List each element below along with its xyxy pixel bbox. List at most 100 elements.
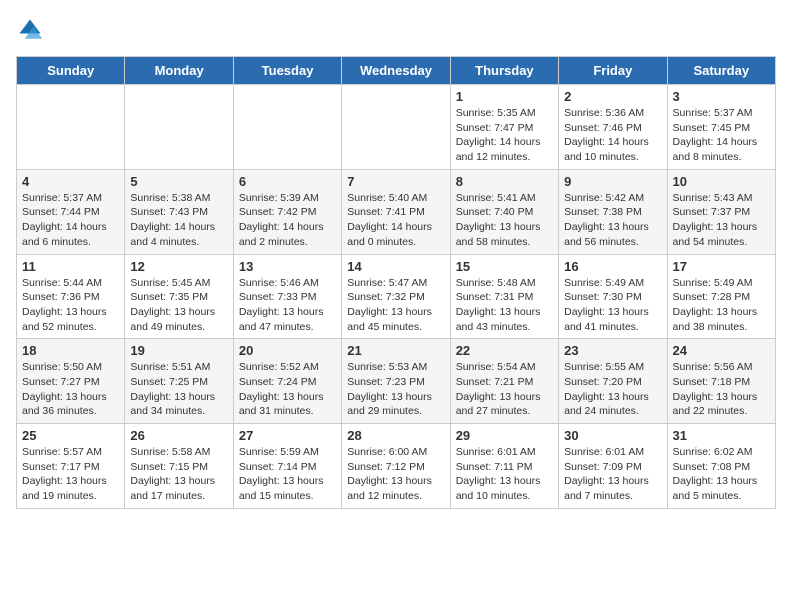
- day-number: 30: [564, 428, 661, 443]
- day-number: 17: [673, 259, 770, 274]
- calendar-table: SundayMondayTuesdayWednesdayThursdayFrid…: [16, 56, 776, 509]
- day-number: 20: [239, 343, 336, 358]
- weekday-header: Thursday: [450, 57, 558, 85]
- day-info: Sunrise: 5:49 AM Sunset: 7:28 PM Dayligh…: [673, 276, 770, 335]
- weekday-header: Saturday: [667, 57, 775, 85]
- day-info: Sunrise: 6:01 AM Sunset: 7:11 PM Dayligh…: [456, 445, 553, 504]
- calendar-cell: [125, 85, 233, 170]
- day-number: 11: [22, 259, 119, 274]
- day-info: Sunrise: 5:40 AM Sunset: 7:41 PM Dayligh…: [347, 191, 444, 250]
- day-info: Sunrise: 6:02 AM Sunset: 7:08 PM Dayligh…: [673, 445, 770, 504]
- day-info: Sunrise: 5:58 AM Sunset: 7:15 PM Dayligh…: [130, 445, 227, 504]
- calendar-cell: 14 Sunrise: 5:47 AM Sunset: 7:32 PM Dayli…: [342, 254, 450, 339]
- weekday-header: Friday: [559, 57, 667, 85]
- day-info: Sunrise: 5:44 AM Sunset: 7:36 PM Dayligh…: [22, 276, 119, 335]
- logo: [16, 16, 48, 44]
- day-info: Sunrise: 5:50 AM Sunset: 7:27 PM Dayligh…: [22, 360, 119, 419]
- logo-icon: [16, 16, 44, 44]
- calendar-cell: 9Sunrise: 5:42 AM Sunset: 7:38 PM Daylig…: [559, 169, 667, 254]
- calendar-header: SundayMondayTuesdayWednesdayThursdayFrid…: [17, 57, 776, 85]
- calendar-cell: 21 Sunrise: 5:53 AM Sunset: 7:23 PM Dayli…: [342, 339, 450, 424]
- calendar-cell: 6Sunrise: 5:39 AM Sunset: 7:42 PM Daylig…: [233, 169, 341, 254]
- day-info: Sunrise: 5:55 AM Sunset: 7:20 PM Dayligh…: [564, 360, 661, 419]
- calendar-cell: 22 Sunrise: 5:54 AM Sunset: 7:21 PM Dayli…: [450, 339, 558, 424]
- calendar-cell: 4 Sunrise: 5:37 AM Sunset: 7:44 PM Daylig…: [17, 169, 125, 254]
- day-number: 21: [347, 343, 444, 358]
- day-info: Sunrise: 5:48 AM Sunset: 7:31 PM Dayligh…: [456, 276, 553, 335]
- day-info: Sunrise: 5:56 AM Sunset: 7:18 PM Dayligh…: [673, 360, 770, 419]
- day-info: Sunrise: 5:59 AM Sunset: 7:14 PM Dayligh…: [239, 445, 336, 504]
- day-number: 25: [22, 428, 119, 443]
- day-info: Sunrise: 5:45 AM Sunset: 7:35 PM Dayligh…: [130, 276, 227, 335]
- weekday-header: Tuesday: [233, 57, 341, 85]
- day-number: 14: [347, 259, 444, 274]
- calendar-cell: 23 Sunrise: 5:55 AM Sunset: 7:20 PM Dayli…: [559, 339, 667, 424]
- day-number: 10: [673, 174, 770, 189]
- calendar-cell: 26 Sunrise: 5:58 AM Sunset: 7:15 PM Dayli…: [125, 424, 233, 509]
- calendar-cell: 29Sunrise: 6:01 AM Sunset: 7:11 PM Dayli…: [450, 424, 558, 509]
- day-number: 4: [22, 174, 119, 189]
- day-info: Sunrise: 6:00 AM Sunset: 7:12 PM Dayligh…: [347, 445, 444, 504]
- day-info: Sunrise: 5:47 AM Sunset: 7:32 PM Dayligh…: [347, 276, 444, 335]
- day-info: Sunrise: 5:52 AM Sunset: 7:24 PM Dayligh…: [239, 360, 336, 419]
- day-number: 8: [456, 174, 553, 189]
- day-info: Sunrise: 5:49 AM Sunset: 7:30 PM Dayligh…: [564, 276, 661, 335]
- day-info: Sunrise: 5:51 AM Sunset: 7:25 PM Dayligh…: [130, 360, 227, 419]
- calendar-cell: 28 Sunrise: 6:00 AM Sunset: 7:12 PM Dayli…: [342, 424, 450, 509]
- day-info: Sunrise: 5:46 AM Sunset: 7:33 PM Dayligh…: [239, 276, 336, 335]
- calendar-cell: 10 Sunrise: 5:43 AM Sunset: 7:37 PM Dayli…: [667, 169, 775, 254]
- calendar-cell: 3 Sunrise: 5:37 AM Sunset: 7:45 PM Daylig…: [667, 85, 775, 170]
- calendar-cell: 31 Sunrise: 6:02 AM Sunset: 7:08 PM Dayli…: [667, 424, 775, 509]
- day-info: Sunrise: 5:57 AM Sunset: 7:17 PM Dayligh…: [22, 445, 119, 504]
- day-number: 24: [673, 343, 770, 358]
- day-number: 16: [564, 259, 661, 274]
- day-number: 2: [564, 89, 661, 104]
- day-info: Sunrise: 6:01 AM Sunset: 7:09 PM Dayligh…: [564, 445, 661, 504]
- calendar-body: 1 Sunrise: 5:35 AM Sunset: 7:47 PM Daylig…: [17, 85, 776, 509]
- calendar-cell: 12Sunrise: 5:45 AM Sunset: 7:35 PM Dayli…: [125, 254, 233, 339]
- calendar-cell: 18 Sunrise: 5:50 AM Sunset: 7:27 PM Dayli…: [17, 339, 125, 424]
- weekday-header: Sunday: [17, 57, 125, 85]
- calendar-cell: 11 Sunrise: 5:44 AM Sunset: 7:36 PM Dayli…: [17, 254, 125, 339]
- day-number: 23: [564, 343, 661, 358]
- calendar-cell: 1 Sunrise: 5:35 AM Sunset: 7:47 PM Daylig…: [450, 85, 558, 170]
- day-info: Sunrise: 5:42 AM Sunset: 7:38 PM Dayligh…: [564, 191, 661, 250]
- day-number: 6: [239, 174, 336, 189]
- day-info: Sunrise: 5:54 AM Sunset: 7:21 PM Dayligh…: [456, 360, 553, 419]
- day-number: 18: [22, 343, 119, 358]
- calendar-cell: 16 Sunrise: 5:49 AM Sunset: 7:30 PM Dayli…: [559, 254, 667, 339]
- calendar-cell: 17 Sunrise: 5:49 AM Sunset: 7:28 PM Dayli…: [667, 254, 775, 339]
- calendar-cell: 5Sunrise: 5:38 AM Sunset: 7:43 PM Daylig…: [125, 169, 233, 254]
- calendar-cell: 15 Sunrise: 5:48 AM Sunset: 7:31 PM Dayli…: [450, 254, 558, 339]
- calendar-cell: 25 Sunrise: 5:57 AM Sunset: 7:17 PM Dayli…: [17, 424, 125, 509]
- calendar-cell: 30 Sunrise: 6:01 AM Sunset: 7:09 PM Dayli…: [559, 424, 667, 509]
- day-info: Sunrise: 5:43 AM Sunset: 7:37 PM Dayligh…: [673, 191, 770, 250]
- day-info: Sunrise: 5:37 AM Sunset: 7:45 PM Dayligh…: [673, 106, 770, 165]
- day-number: 27: [239, 428, 336, 443]
- day-number: 19: [130, 343, 227, 358]
- day-number: 28: [347, 428, 444, 443]
- day-number: 31: [673, 428, 770, 443]
- day-number: 7: [347, 174, 444, 189]
- day-number: 13: [239, 259, 336, 274]
- day-info: Sunrise: 5:37 AM Sunset: 7:44 PM Dayligh…: [22, 191, 119, 250]
- calendar-cell: 13 Sunrise: 5:46 AM Sunset: 7:33 PM Dayli…: [233, 254, 341, 339]
- weekday-header: Wednesday: [342, 57, 450, 85]
- day-number: 22: [456, 343, 553, 358]
- day-number: 3: [673, 89, 770, 104]
- page-header: [16, 16, 776, 44]
- day-info: Sunrise: 5:35 AM Sunset: 7:47 PM Dayligh…: [456, 106, 553, 165]
- day-info: Sunrise: 5:41 AM Sunset: 7:40 PM Dayligh…: [456, 191, 553, 250]
- calendar-cell: 19 Sunrise: 5:51 AM Sunset: 7:25 PM Dayli…: [125, 339, 233, 424]
- day-number: 26: [130, 428, 227, 443]
- day-number: 15: [456, 259, 553, 274]
- calendar-cell: 27 Sunrise: 5:59 AM Sunset: 7:14 PM Dayli…: [233, 424, 341, 509]
- day-number: 5: [130, 174, 227, 189]
- calendar-cell: [17, 85, 125, 170]
- day-info: Sunrise: 5:53 AM Sunset: 7:23 PM Dayligh…: [347, 360, 444, 419]
- calendar-cell: [233, 85, 341, 170]
- weekday-header: Monday: [125, 57, 233, 85]
- calendar-cell: 2 Sunrise: 5:36 AM Sunset: 7:46 PM Daylig…: [559, 85, 667, 170]
- day-number: 1: [456, 89, 553, 104]
- day-info: Sunrise: 5:36 AM Sunset: 7:46 PM Dayligh…: [564, 106, 661, 165]
